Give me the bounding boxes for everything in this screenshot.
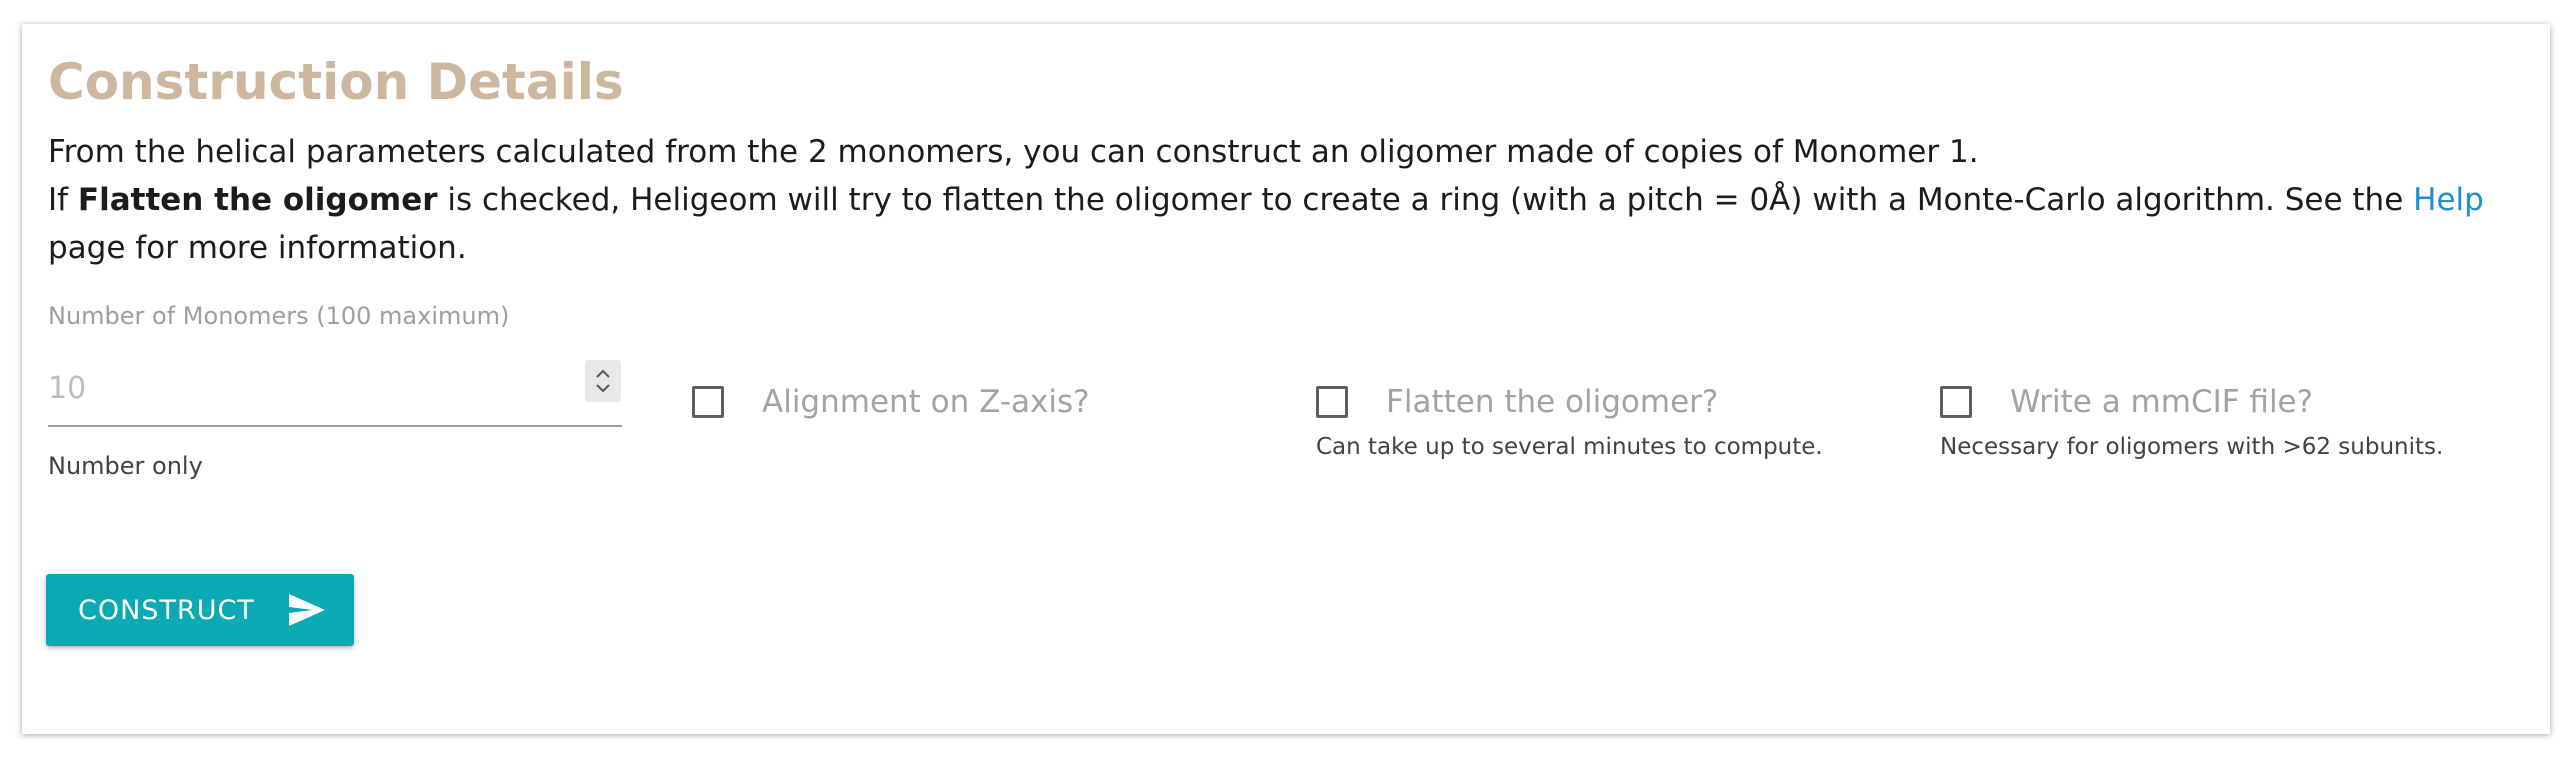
mmcif-helper-text: Necessary for oligomers with >62 subunit… [1940,434,2444,460]
monomers-input[interactable] [48,366,588,410]
section-title: Construction Details [48,53,624,111]
mmcif-label[interactable]: Write a mmCIF file? [2010,384,2313,420]
monomers-input-underline [48,425,622,427]
description-if: If [48,182,78,218]
z-axis-checkbox[interactable] [692,386,724,418]
flatten-label[interactable]: Flatten the oligomer? [1386,384,1718,420]
description-end: page for more information. [48,230,467,266]
construct-button[interactable]: CONSTRUCT [46,574,354,646]
description-flatten-bold: Flatten the oligomer [77,182,438,218]
description-line-1: From the helical parameters calculated f… [48,134,1979,170]
monomers-helper-text: Number only [48,452,203,480]
flatten-helper-text: Can take up to several minutes to comput… [1316,434,1823,460]
stepper-chevrons-icon [596,369,610,393]
help-link[interactable]: Help [2413,182,2484,218]
section-description: From the helical parameters calculated f… [48,128,2488,272]
monomers-field-label: Number of Monomers (100 maximum) [48,302,510,330]
construct-button-label: CONSTRUCT [78,594,255,626]
z-axis-label[interactable]: Alignment on Z-axis? [762,384,1090,420]
monomers-stepper[interactable] [585,360,621,402]
flatten-checkbox[interactable] [1316,386,1348,418]
description-middle: is checked, Heligeom will try to flatten… [437,182,2414,218]
send-icon [288,594,325,626]
mmcif-checkbox[interactable] [1940,386,1972,418]
